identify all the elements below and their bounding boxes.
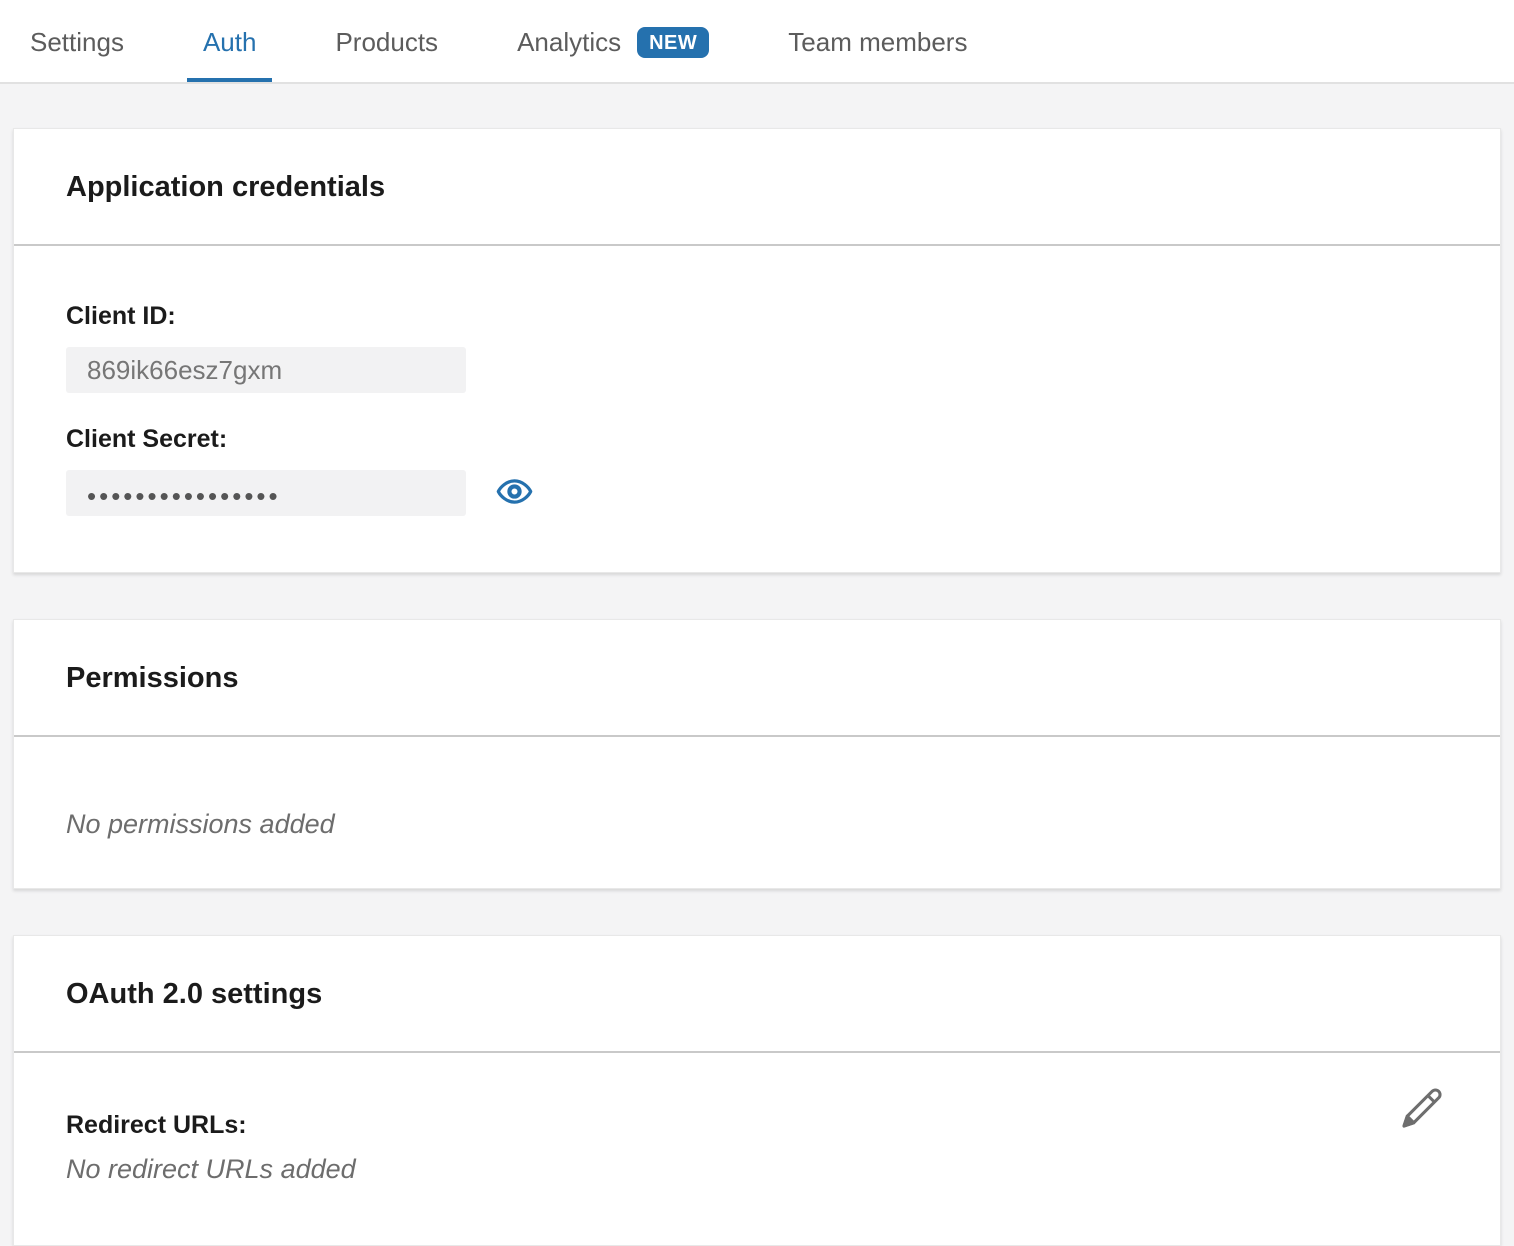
permissions-body: No permissions added — [14, 737, 1500, 888]
client-secret-row: •••••••••••••••• — [66, 470, 1448, 516]
redirect-urls-label: Redirect URLs: — [66, 1111, 1448, 1140]
new-badge: NEW — [637, 27, 709, 58]
auth-tab-content: Application credentials Client ID: 869ik… — [0, 84, 1514, 1246]
permissions-title: Permissions — [66, 662, 1448, 695]
tab-analytics[interactable]: Analytics NEW — [501, 0, 725, 82]
tab-products[interactable]: Products — [319, 0, 454, 82]
tab-settings[interactable]: Settings — [14, 0, 140, 82]
no-permissions-text: No permissions added — [66, 809, 1448, 840]
client-secret-field[interactable]: •••••••••••••••• — [66, 470, 466, 516]
client-id-label: Client ID: — [66, 302, 1448, 331]
oauth-settings-card: OAuth 2.0 settings Redirect URLs: No red… — [13, 935, 1501, 1246]
tab-auth[interactable]: Auth — [187, 0, 273, 82]
edit-redirect-urls-button[interactable] — [1398, 1085, 1446, 1133]
tab-settings-label: Settings — [30, 27, 124, 58]
pencil-icon — [1399, 1119, 1445, 1134]
client-id-value: 869ik66esz7gxm — [87, 355, 282, 386]
application-credentials-body: Client ID: 869ik66esz7gxm Client Secret:… — [14, 246, 1500, 572]
permissions-header: Permissions — [14, 620, 1500, 737]
no-redirect-urls-text: No redirect URLs added — [66, 1154, 1448, 1185]
application-credentials-title: Application credentials — [66, 171, 1448, 204]
app-tab-bar: Settings Auth Products Analytics NEW Tea… — [0, 0, 1514, 84]
application-credentials-card: Application credentials Client ID: 869ik… — [13, 128, 1501, 573]
tab-team-members-label: Team members — [788, 27, 967, 58]
oauth-settings-title: OAuth 2.0 settings — [66, 978, 1448, 1011]
tab-products-label: Products — [335, 27, 438, 58]
tab-auth-label: Auth — [203, 27, 257, 58]
oauth-settings-body: Redirect URLs: No redirect URLs added — [14, 1053, 1500, 1245]
tab-team-members[interactable]: Team members — [772, 0, 983, 82]
tab-analytics-label: Analytics — [517, 27, 621, 58]
permissions-card: Permissions No permissions added — [13, 619, 1501, 889]
client-secret-label: Client Secret: — [66, 425, 1448, 454]
application-credentials-header: Application credentials — [14, 129, 1500, 246]
client-secret-masked-value: •••••••••••••••• — [87, 477, 281, 509]
oauth-settings-header: OAuth 2.0 settings — [14, 936, 1500, 1053]
reveal-secret-button[interactable] — [494, 473, 534, 513]
client-id-field[interactable]: 869ik66esz7gxm — [66, 347, 466, 393]
eye-icon — [496, 473, 533, 513]
